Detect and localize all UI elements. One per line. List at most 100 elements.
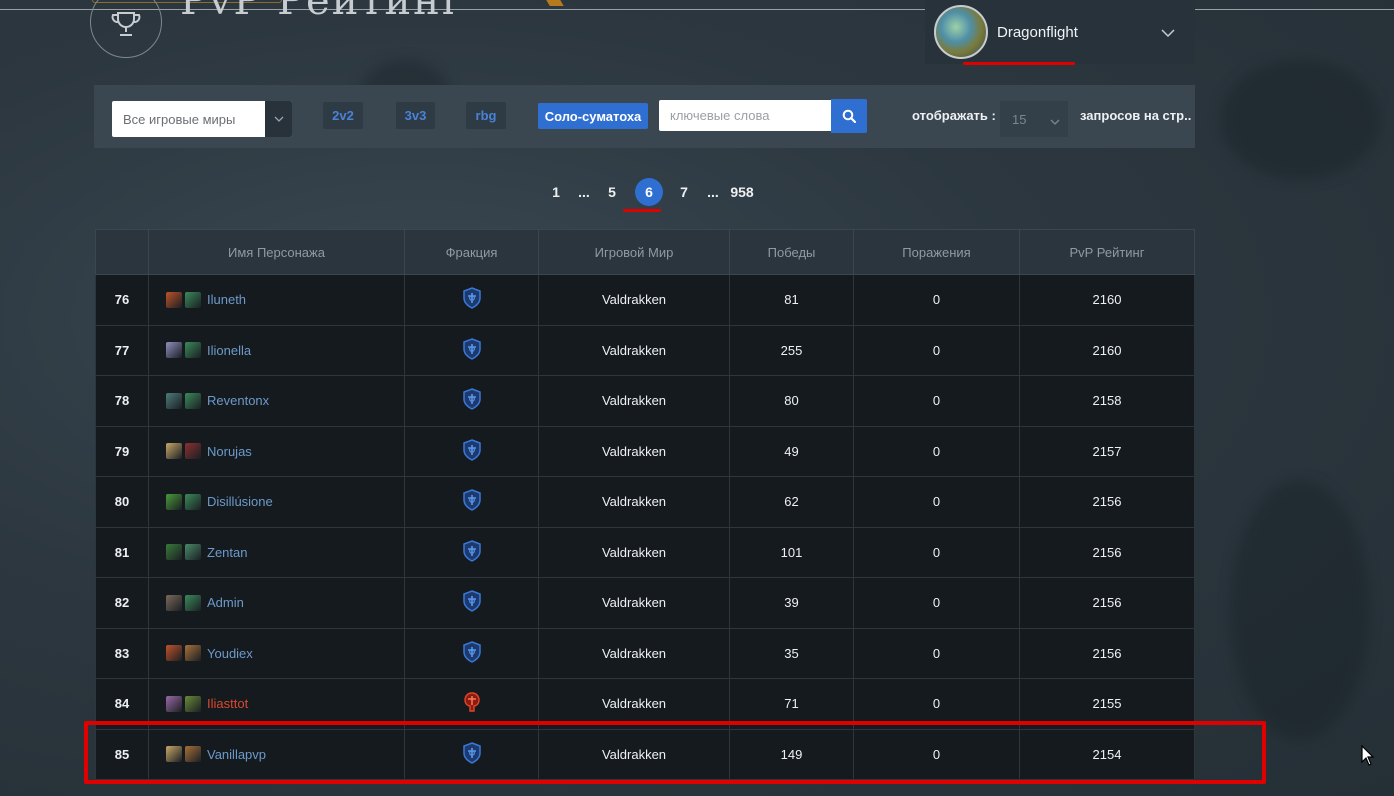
page-link[interactable]: 5 (605, 177, 619, 207)
mode-button-solo-shuffle[interactable]: Соло-суматоха (538, 103, 648, 129)
top-decoration (546, 0, 564, 6)
table-row: 84 Iliasttot Valdrakken 71 0 2155 (95, 678, 1195, 730)
faction-cell (404, 678, 539, 730)
class-icon (166, 645, 182, 662)
class-icon (166, 695, 182, 712)
race-icon (185, 443, 201, 460)
column-header-realm: Игровой Мир (538, 229, 730, 275)
world-select-value: Все игровые миры (123, 111, 236, 127)
character-name-link[interactable]: Youdiex (207, 646, 253, 661)
annotation-underline (623, 209, 661, 212)
character-name-cell: Disillúsione (148, 476, 405, 528)
class-icon (166, 342, 182, 359)
rating-cell: 2156 (1019, 476, 1195, 528)
column-header-rating: PvP Рейтинг (1019, 229, 1195, 275)
wins-cell: 101 (729, 526, 854, 578)
alliance-faction-icon (462, 539, 482, 565)
character-name-cell: Reventonx (148, 375, 405, 427)
character-name-cell: Iluneth (148, 274, 405, 326)
losses-cell: 0 (853, 425, 1020, 477)
column-header-losses: Поражения (853, 229, 1020, 275)
class-icon (166, 443, 182, 460)
rank-cell: 78 (95, 375, 149, 427)
per-page-label: запросов на стр.. (1080, 108, 1192, 123)
wins-cell: 35 (729, 627, 854, 679)
realm-cell: Valdrakken (538, 425, 730, 477)
page-link-last[interactable]: 958 (729, 177, 755, 207)
rank-cell: 79 (95, 425, 149, 477)
character-name-cell: Norujas (148, 425, 405, 477)
per-page-select[interactable]: 15 (1000, 101, 1068, 137)
losses-cell: 0 (853, 678, 1020, 730)
column-header-faction: Фракция (404, 229, 539, 275)
realm-cell: Valdrakken (538, 476, 730, 528)
column-header-rank (95, 229, 149, 275)
wins-cell: 71 (729, 678, 854, 730)
wins-cell: 149 (729, 728, 854, 780)
realm-cell: Valdrakken (538, 577, 730, 629)
mouse-cursor-icon (1361, 744, 1375, 771)
faction-cell (404, 577, 539, 629)
faction-cell (404, 476, 539, 528)
losses-cell: 0 (853, 728, 1020, 780)
page-link[interactable]: 7 (677, 177, 691, 207)
losses-cell: 0 (853, 526, 1020, 578)
page-link[interactable]: 1 (549, 177, 563, 207)
rank-cell: 77 (95, 324, 149, 376)
losses-cell: 0 (853, 627, 1020, 679)
chevron-down-icon (1161, 22, 1175, 41)
character-name-link[interactable]: Iliasttot (207, 696, 248, 711)
character-name-link[interactable]: Norujas (207, 444, 252, 459)
table-row: 85 Vanillapvp Valdrakken 149 0 2154 (95, 728, 1195, 780)
character-name-link[interactable]: Zentan (207, 545, 247, 560)
table-row: 81 Zentan Valdrakken 101 0 2156 (95, 526, 1195, 578)
losses-cell: 0 (853, 324, 1020, 376)
trophy-icon (90, 0, 162, 58)
character-name-link[interactable]: Admin (207, 595, 244, 610)
race-icon (185, 594, 201, 611)
table-header-row: Имя Персонажа Фракция Игровой Мир Победы… (95, 229, 1195, 275)
wins-cell: 39 (729, 577, 854, 629)
realm-cell: Valdrakken (538, 526, 730, 578)
character-name-link[interactable]: Ilionella (207, 343, 251, 358)
race-icon (185, 392, 201, 409)
realm-cell: Valdrakken (538, 728, 730, 780)
alliance-faction-icon (462, 287, 482, 312)
realm-selector[interactable]: Dragonflight (925, 0, 1195, 64)
search-button[interactable] (831, 99, 867, 133)
character-name-cell: Ilionella (148, 324, 405, 376)
page-title: PvP Рейтинг (180, 0, 465, 24)
rating-cell: 2160 (1019, 324, 1195, 376)
alliance-faction-icon (462, 489, 482, 514)
race-icon (185, 645, 201, 662)
per-page-value: 15 (1012, 111, 1027, 127)
world-select[interactable]: Все игровые миры (112, 101, 292, 137)
class-icon (166, 291, 182, 308)
realm-name: Dragonflight (997, 23, 1078, 41)
character-name-link[interactable]: Disillúsione (207, 494, 273, 509)
character-name-link[interactable]: Vanillapvp (207, 747, 266, 762)
wins-cell: 49 (729, 425, 854, 477)
mode-button-2v2[interactable]: 2v2 (323, 102, 363, 129)
keyword-search-input[interactable] (659, 100, 831, 131)
alliance-faction-icon (462, 640, 482, 666)
mode-button-rbg[interactable]: rbg (466, 102, 506, 129)
page-link-active[interactable]: 6 (635, 178, 663, 206)
race-icon (185, 746, 201, 763)
table-row: 82 Admin Valdrakken 39 0 2156 (95, 577, 1195, 629)
chevron-down-icon (1050, 110, 1068, 129)
character-name-link[interactable]: Iluneth (207, 292, 246, 307)
character-name-cell: Youdiex (148, 627, 405, 679)
rating-cell: 2156 (1019, 627, 1195, 679)
alliance-faction-icon (462, 337, 482, 363)
page-ellipsis: ... (578, 184, 590, 200)
wins-cell: 81 (729, 274, 854, 326)
table-row: 77 Ilionella Valdrakken 255 0 2160 (95, 324, 1195, 376)
show-label: отображать : (912, 108, 996, 123)
mode-button-3v3[interactable]: 3v3 (396, 102, 435, 129)
rating-cell: 2156 (1019, 526, 1195, 578)
column-header-name: Имя Персонажа (148, 229, 405, 275)
rank-cell: 83 (95, 627, 149, 679)
alliance-faction-icon (462, 388, 482, 413)
character-name-link[interactable]: Reventonx (207, 393, 269, 408)
